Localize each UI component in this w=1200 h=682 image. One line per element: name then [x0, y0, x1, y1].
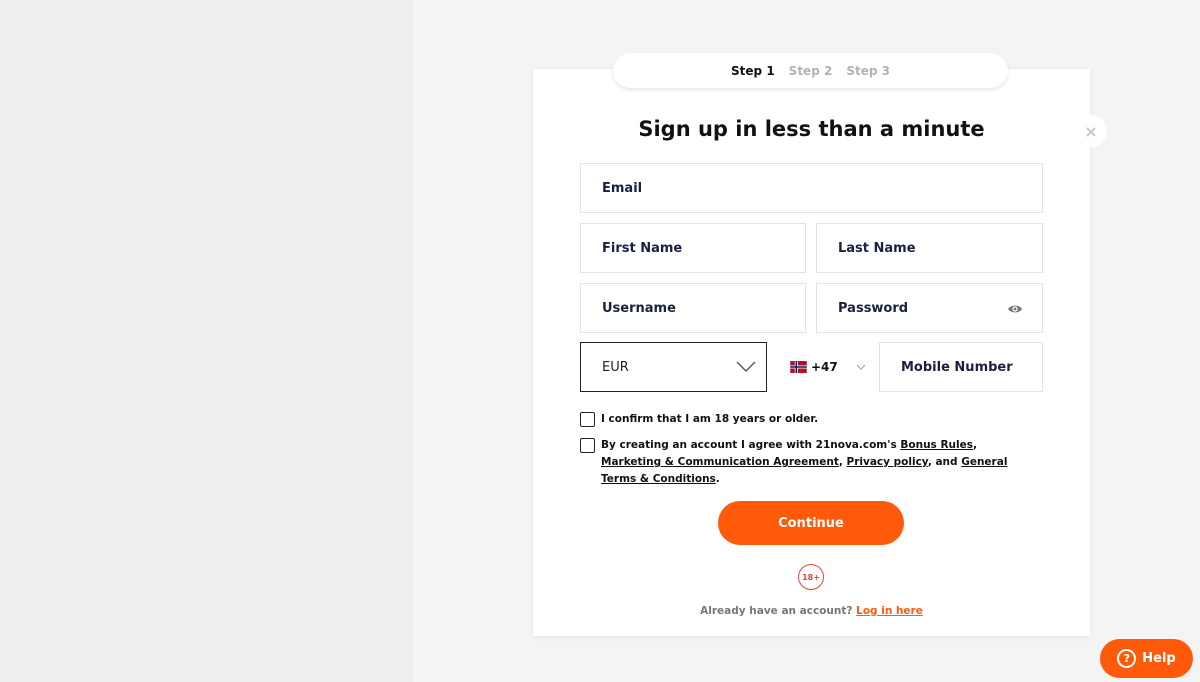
terms-checkbox[interactable]: [580, 438, 595, 453]
age-18-badge: 18+: [798, 564, 824, 590]
mobile-placeholder: Mobile Number: [901, 359, 1013, 375]
help-label: Help: [1142, 651, 1176, 666]
first-name-field[interactable]: First Name: [580, 223, 806, 273]
login-prompt: Already have an account?: [700, 605, 853, 617]
password-field[interactable]: Password: [816, 283, 1043, 333]
terms-label: By creating an account I agree with 21no…: [601, 437, 1020, 488]
help-icon: ?: [1117, 649, 1137, 668]
age-checkbox[interactable]: [580, 412, 595, 427]
bonus-rules-link[interactable]: Bonus Rules: [900, 439, 973, 451]
marketing-agreement-link[interactable]: Marketing & Communication Agreement: [601, 456, 839, 468]
continue-button[interactable]: Continue: [718, 501, 904, 545]
email-field[interactable]: Email: [580, 163, 1043, 213]
last-name-placeholder: Last Name: [838, 240, 916, 256]
terms-prefix: By creating an account I agree with 21no…: [601, 439, 901, 451]
username-placeholder: Username: [602, 300, 676, 316]
left-panel: [0, 0, 413, 682]
age-confirm-row: I confirm that I am 18 years or older.: [580, 411, 818, 428]
period: .: [715, 473, 720, 485]
password-placeholder: Password: [838, 300, 909, 316]
mobile-number-field[interactable]: Mobile Number: [879, 342, 1043, 392]
step-1[interactable]: Step 1: [731, 64, 775, 78]
comma-1: ,: [972, 439, 977, 451]
currency-value: EUR: [602, 359, 629, 375]
norway-flag-icon: [790, 361, 807, 373]
eye-icon[interactable]: [1007, 303, 1023, 315]
privacy-policy-link[interactable]: Privacy policy: [847, 456, 928, 468]
comma-2: ,: [838, 456, 847, 468]
country-code-select[interactable]: +47: [790, 357, 866, 377]
country-code-value: +47: [811, 360, 838, 374]
age-confirm-label: I confirm that I am 18 years or older.: [601, 413, 819, 425]
first-name-placeholder: First Name: [602, 240, 683, 256]
chevron-down-icon: [856, 364, 866, 370]
and-text: , and: [927, 456, 962, 468]
step-3[interactable]: Step 3: [846, 64, 890, 78]
login-prompt-row: Already have an account? Log in here: [533, 605, 1090, 617]
currency-select[interactable]: EUR: [580, 342, 767, 392]
page-title: Sign up in less than a minute: [638, 117, 985, 141]
last-name-field[interactable]: Last Name: [816, 223, 1043, 273]
login-link[interactable]: Log in here: [856, 605, 923, 617]
step-2[interactable]: Step 2: [789, 64, 833, 78]
help-button[interactable]: ? Help: [1100, 639, 1193, 678]
email-placeholder: Email: [602, 180, 643, 196]
terms-row: By creating an account I agree with 21no…: [580, 437, 1020, 488]
username-field[interactable]: Username: [580, 283, 806, 333]
step-indicator: Step 1 Step 2 Step 3: [613, 53, 1008, 88]
chevron-down-icon: [736, 361, 756, 372]
